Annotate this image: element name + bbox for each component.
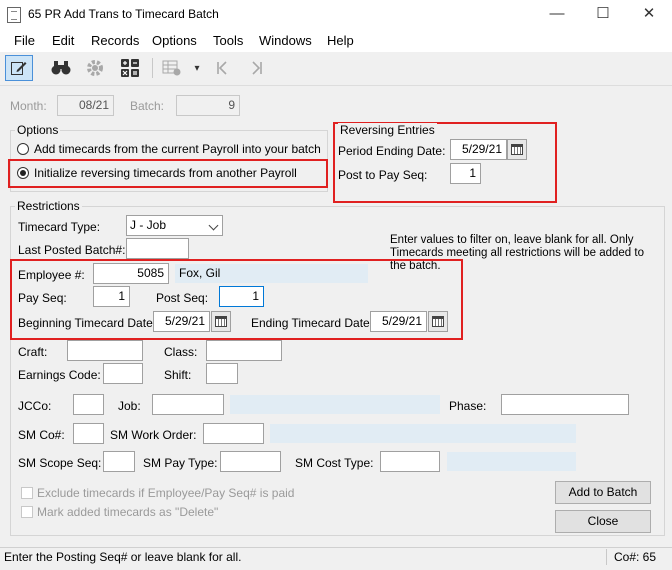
post-seq-label: Post Seq:	[156, 291, 209, 305]
timecard-type-value: J - Job	[130, 218, 167, 232]
radio-add-label: Add timecards from the current Payroll i…	[34, 142, 321, 156]
post-pay-seq-label: Post to Pay Seq:	[338, 168, 428, 182]
jcco-field[interactable]	[73, 394, 104, 415]
maximize-button[interactable]: ☐	[580, 0, 626, 30]
period-calendar-button[interactable]	[507, 139, 527, 160]
status-divider	[606, 549, 607, 565]
grid-settings-icon[interactable]	[158, 55, 186, 81]
pay-seq-field[interactable]: 1	[93, 286, 130, 307]
reversing-title: Reversing Entries	[338, 123, 437, 137]
period-ending-field[interactable]: 5/29/21	[450, 139, 507, 160]
company-indicator: Co#: 65	[614, 550, 657, 564]
last-posted-batch-field[interactable]	[126, 238, 189, 259]
month-field: 08/21	[57, 95, 114, 116]
post-pay-seq-field[interactable]: 1	[450, 163, 481, 184]
beginning-date-label: Beginning Timecard Date:	[18, 316, 157, 330]
sm-work-order-label: SM Work Order:	[110, 428, 197, 442]
calendar-icon	[215, 316, 227, 327]
restrictions-title: Restrictions	[15, 199, 82, 213]
timecard-type-select[interactable]: J - Job	[126, 215, 223, 236]
batch-label: Batch:	[130, 99, 165, 113]
employee-label: Employee #:	[18, 268, 85, 282]
earnings-code-field[interactable]	[103, 363, 143, 384]
beginning-calendar-button[interactable]	[211, 311, 231, 332]
edit-icon[interactable]	[5, 55, 33, 81]
calendar-icon	[432, 316, 444, 327]
binoculars-icon[interactable]	[47, 55, 75, 81]
sm-cost-type-label: SM Cost Type:	[295, 456, 374, 470]
phase-field[interactable]	[501, 394, 629, 415]
close-button[interactable]: Close	[555, 510, 651, 533]
radio-add-timecards[interactable]	[17, 143, 29, 155]
phase-label: Phase:	[449, 399, 487, 413]
beginning-date-field[interactable]: 5/29/21	[153, 311, 210, 332]
calculator-icon[interactable]	[116, 55, 144, 81]
sm-cost-type-field[interactable]	[380, 451, 440, 472]
add-to-batch-button[interactable]: Add to Batch	[555, 481, 651, 504]
gear-icon[interactable]	[81, 55, 109, 81]
menu-records[interactable]: Records	[91, 33, 139, 48]
earnings-code-label: Earnings Code:	[18, 368, 101, 382]
window-title: 65 PR Add Trans to Timecard Batch	[28, 7, 219, 21]
sm-work-order-description	[270, 424, 576, 443]
craft-field[interactable]	[67, 340, 143, 361]
menu-edit[interactable]: Edit	[52, 33, 74, 48]
class-field[interactable]	[206, 340, 282, 361]
sm-co-field[interactable]	[73, 423, 104, 444]
menu-help[interactable]: Help	[327, 33, 354, 48]
ending-date-label: Ending Timecard Date:	[251, 316, 374, 330]
sm-co-label: SM Co#:	[18, 428, 65, 442]
menu-windows[interactable]: Windows	[259, 33, 312, 48]
class-label: Class:	[164, 345, 198, 359]
last-posted-batch-label: Last Posted Batch#:	[18, 243, 126, 257]
exclude-paid-checkbox[interactable]	[21, 487, 33, 499]
batch-field: 9	[176, 95, 240, 116]
sm-scope-seq-label: SM Scope Seq:	[18, 456, 102, 470]
job-description	[230, 395, 440, 414]
period-ending-label: Period Ending Date:	[338, 144, 446, 158]
timecard-type-label: Timecard Type:	[18, 220, 101, 234]
month-label: Month:	[10, 99, 47, 113]
pay-seq-label: Pay Seq:	[18, 291, 67, 305]
options-title: Options	[15, 123, 61, 137]
radio-initialize-reversing[interactable]	[17, 167, 29, 179]
first-record-icon[interactable]	[208, 55, 236, 81]
ending-calendar-button[interactable]	[428, 311, 448, 332]
mark-delete-label: Mark added timecards as "Delete"	[37, 505, 219, 519]
close-window-button[interactable]: ✕	[626, 0, 672, 30]
craft-label: Craft:	[18, 345, 48, 359]
ending-date-field[interactable]: 5/29/21	[370, 311, 427, 332]
last-record-icon[interactable]	[243, 55, 271, 81]
sm-pay-type-field[interactable]	[220, 451, 281, 472]
mark-delete-checkbox[interactable]	[21, 506, 33, 518]
shift-field[interactable]	[206, 363, 238, 384]
sm-work-order-field[interactable]	[203, 423, 264, 444]
radio-init-label: Initialize reversing timecards from anot…	[34, 166, 297, 180]
calendar-icon	[511, 144, 523, 155]
app-icon	[7, 7, 21, 23]
chevron-down-icon	[208, 220, 219, 231]
sm-cost-type-description	[447, 452, 576, 471]
exclude-paid-label: Exclude timecards if Employee/Pay Seq# i…	[37, 486, 295, 500]
job-label: Job:	[118, 399, 141, 413]
dropdown-arrow-icon[interactable]: ▾	[186, 55, 208, 81]
sm-pay-type-label: SM Pay Type:	[143, 456, 218, 470]
menu-tools[interactable]: Tools	[213, 33, 243, 48]
sm-scope-seq-field[interactable]	[103, 451, 135, 472]
employee-name: Fox, Gil	[175, 264, 368, 283]
minimize-button[interactable]: —	[534, 0, 580, 30]
post-seq-field[interactable]: 1	[219, 286, 264, 307]
job-field[interactable]	[152, 394, 224, 415]
jcco-label: JCCo:	[18, 399, 52, 413]
employee-field[interactable]: 5085	[93, 263, 169, 284]
status-message: Enter the Posting Seq# or leave blank fo…	[4, 550, 242, 564]
toolbar-separator	[152, 58, 153, 78]
shift-label: Shift:	[164, 368, 192, 382]
menu-options[interactable]: Options	[152, 33, 197, 48]
menu-file[interactable]: File	[14, 33, 35, 48]
